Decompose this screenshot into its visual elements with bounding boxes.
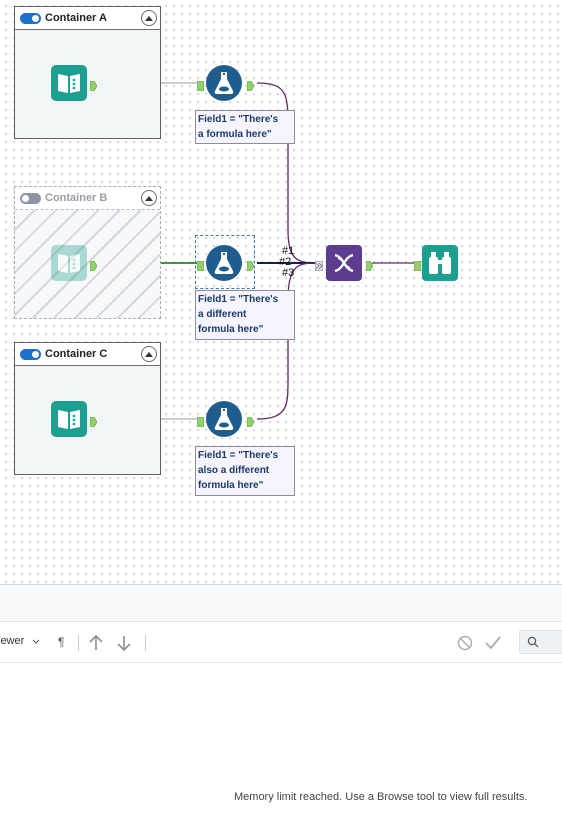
input-data-tool-a[interactable] — [51, 65, 87, 101]
formula-tool-3[interactable] — [206, 401, 242, 437]
flask-formula-icon — [206, 401, 242, 437]
formula-tool-1[interactable] — [206, 65, 242, 101]
checkmark-icon[interactable] — [484, 634, 502, 657]
input-data-tool-c[interactable] — [51, 401, 87, 437]
container-b-collapse-button[interactable] — [141, 190, 157, 206]
container-b-body — [15, 210, 160, 318]
status-message: Memory limit reached. Use a Browse tool … — [234, 791, 528, 803]
container-c-header[interactable]: Container C — [15, 343, 160, 366]
formula-1-annotation: Field1 = "There's a formula here" — [195, 110, 295, 144]
connection-formula-3-union — [256, 262, 316, 420]
output-anchor[interactable] — [246, 414, 255, 428]
output-anchor[interactable] — [89, 414, 98, 428]
flask-formula-icon — [206, 245, 242, 281]
pilcrow-icon[interactable]: ¶ — [58, 635, 64, 649]
caret-down-icon — [32, 639, 40, 644]
formula-3-annotation: Field1 = "There's also a different formu… — [195, 446, 295, 496]
workflow-canvas[interactable]: Container A Container B Container C Fiel… — [0, 0, 562, 584]
arrow-up-icon[interactable] — [87, 634, 105, 657]
results-header — [0, 585, 562, 622]
union-input-anchor[interactable] — [314, 258, 324, 272]
book-input-icon — [51, 401, 87, 437]
container-a-title: Container A — [45, 12, 107, 24]
container-c[interactable]: Container C — [14, 342, 161, 475]
formula-tool-2[interactable] — [206, 245, 242, 281]
container-a-collapse-button[interactable] — [141, 10, 157, 26]
input-data-tool-b[interactable] — [51, 245, 87, 281]
container-a[interactable]: Container A — [14, 6, 161, 139]
dna-union-icon — [326, 245, 362, 281]
toolbar-divider — [78, 635, 79, 651]
input-anchor[interactable] — [196, 258, 205, 272]
results-toolbar: iewer ¶ — [0, 623, 562, 663]
chevron-up-icon — [145, 352, 153, 357]
book-input-icon — [51, 65, 87, 101]
viewer-dropdown-label: iewer — [0, 635, 25, 647]
container-a-toggle[interactable] — [20, 12, 41, 24]
formula-2-annotation: Field1 = "There's a different formula he… — [195, 290, 295, 340]
cancel-icon[interactable] — [457, 635, 473, 656]
output-anchor[interactable] — [246, 258, 255, 272]
union-input-label-3: #3 — [282, 267, 295, 279]
chevron-up-icon — [145, 196, 153, 201]
container-a-header[interactable]: Container A — [15, 7, 160, 30]
container-c-body — [15, 366, 160, 474]
input-anchor[interactable] — [196, 414, 205, 428]
input-anchor[interactable] — [413, 258, 422, 272]
viewer-dropdown[interactable]: iewer — [0, 635, 40, 647]
flask-formula-icon — [206, 65, 242, 101]
input-anchor[interactable] — [196, 78, 205, 92]
toolbar-divider — [145, 635, 146, 651]
container-c-toggle[interactable] — [20, 348, 41, 360]
container-b[interactable]: Container B — [14, 186, 161, 319]
arrow-down-icon[interactable] — [115, 634, 133, 657]
book-input-icon — [51, 245, 87, 281]
output-anchor[interactable] — [89, 78, 98, 92]
container-b-toggle[interactable] — [20, 192, 41, 204]
search-icon — [527, 636, 539, 648]
container-a-body — [15, 30, 160, 138]
browse-tool[interactable] — [422, 245, 458, 281]
output-anchor[interactable] — [89, 258, 98, 272]
union-tool[interactable] — [326, 245, 362, 281]
search-input[interactable] — [519, 630, 562, 654]
chevron-up-icon — [145, 16, 153, 21]
results-panel: iewer ¶ Memory limit reached. Use a Brow… — [0, 584, 562, 827]
container-c-collapse-button[interactable] — [141, 346, 157, 362]
container-b-header[interactable]: Container B — [15, 187, 160, 210]
container-c-title: Container C — [45, 348, 108, 360]
container-b-title: Container B — [45, 192, 108, 204]
output-anchor[interactable] — [365, 258, 374, 272]
binoculars-browse-icon — [422, 245, 458, 281]
output-anchor[interactable] — [246, 78, 255, 92]
